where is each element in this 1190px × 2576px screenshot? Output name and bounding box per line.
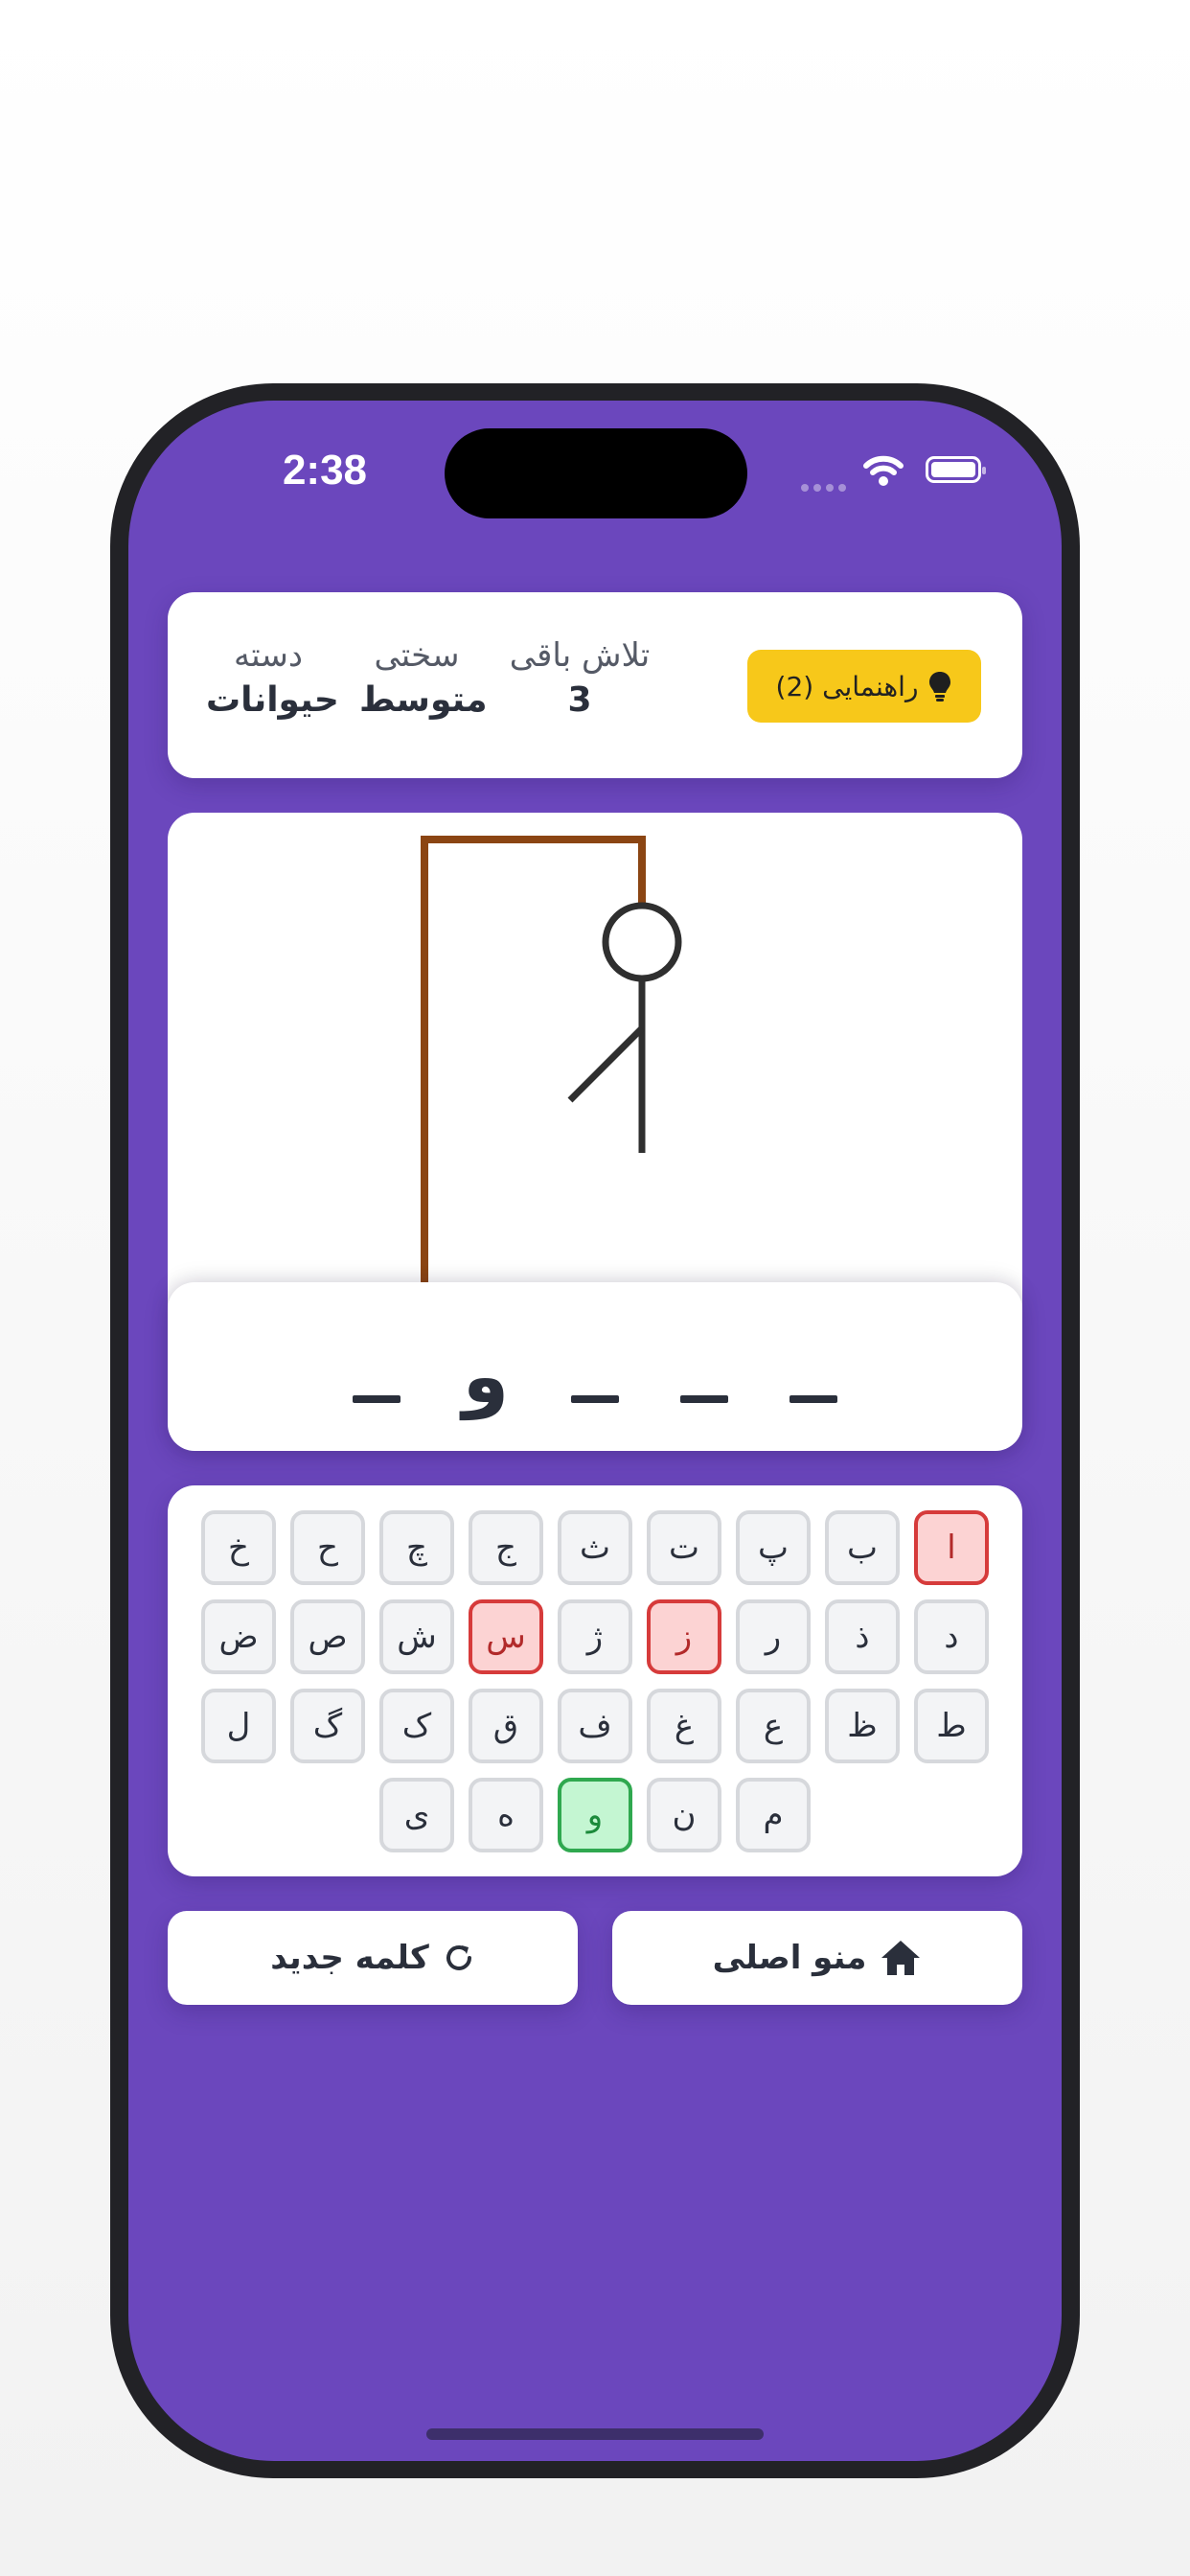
letter-key[interactable]: ل bbox=[201, 1689, 276, 1763]
letter-key[interactable]: ی bbox=[379, 1778, 454, 1852]
letter-key[interactable]: ج bbox=[469, 1510, 543, 1585]
new-word-button[interactable]: کلمه جدید bbox=[168, 1911, 578, 2005]
hangman-left-arm bbox=[567, 1025, 645, 1103]
keyboard-row: منوهی bbox=[168, 1778, 1022, 1852]
letter-key[interactable]: د bbox=[914, 1599, 989, 1674]
difficulty-stat: سختی متوسط bbox=[359, 636, 488, 720]
word-slots: و bbox=[168, 1282, 1022, 1451]
letter-key[interactable]: گ bbox=[290, 1689, 365, 1763]
dynamic-island bbox=[445, 428, 747, 518]
blank-slot-underline bbox=[790, 1395, 837, 1403]
letter-key[interactable]: ث bbox=[558, 1510, 632, 1585]
battery-icon bbox=[926, 456, 986, 483]
letter-key[interactable]: ط bbox=[914, 1689, 989, 1763]
letter-key[interactable]: و bbox=[558, 1778, 632, 1852]
letter-keyboard: ابپتثجچحخ دذرزژسشصض طظعغفقکگل منوهی bbox=[168, 1485, 1022, 1876]
main-menu-button[interactable]: منو اصلی bbox=[612, 1911, 1022, 2005]
letter-key[interactable]: غ bbox=[647, 1689, 721, 1763]
letter-key[interactable]: ص bbox=[290, 1599, 365, 1674]
letter-key[interactable]: ظ bbox=[825, 1689, 900, 1763]
letter-slot bbox=[560, 1395, 630, 1414]
letter-key[interactable]: ر bbox=[736, 1599, 811, 1674]
hangman-drawing bbox=[421, 836, 682, 1311]
letter-key[interactable]: ت bbox=[647, 1510, 721, 1585]
blank-slot-underline bbox=[571, 1395, 619, 1403]
keyboard-row: طظعغفقکگل bbox=[168, 1689, 1022, 1763]
letter-key[interactable]: ژ bbox=[558, 1599, 632, 1674]
lightbulb-icon bbox=[929, 672, 951, 702]
letter-key[interactable]: ع bbox=[736, 1689, 811, 1763]
letter-key[interactable]: ح bbox=[290, 1510, 365, 1585]
status-time: 2:38 bbox=[282, 447, 368, 494]
letter-key[interactable]: ک bbox=[379, 1689, 454, 1763]
letter-key[interactable]: ض bbox=[201, 1599, 276, 1674]
letter-key[interactable]: ش bbox=[379, 1599, 454, 1674]
attempts-value: 3 bbox=[567, 680, 592, 720]
letter-key[interactable]: ن bbox=[647, 1778, 721, 1852]
wifi-icon bbox=[863, 455, 904, 486]
hangman-drawing-card bbox=[168, 813, 1022, 1311]
letter-key[interactable]: س bbox=[469, 1599, 543, 1674]
hint-button-label: راهنمایی (2) bbox=[775, 670, 919, 702]
letter-key[interactable]: پ bbox=[736, 1510, 811, 1585]
letter-slot bbox=[778, 1395, 849, 1414]
keyboard-row: ابپتثجچحخ bbox=[168, 1510, 1022, 1585]
blank-slot-underline bbox=[680, 1395, 728, 1403]
main-menu-label: منو اصلی bbox=[712, 1939, 867, 1977]
signal-icon bbox=[801, 477, 851, 495]
game-info-card: دسته حیوانات سختی متوسط تلاش باقی 3 راهن… bbox=[168, 592, 1022, 778]
letter-key[interactable]: چ bbox=[379, 1510, 454, 1585]
letter-key[interactable]: ز bbox=[647, 1599, 721, 1674]
category-stat: دسته حیوانات bbox=[206, 636, 339, 720]
letter-key[interactable]: ف bbox=[558, 1689, 632, 1763]
letter-key[interactable]: م bbox=[736, 1778, 811, 1852]
letter-key[interactable]: ب bbox=[825, 1510, 900, 1585]
letter-key[interactable]: ق bbox=[469, 1689, 543, 1763]
category-value: حیوانات bbox=[206, 680, 339, 720]
word-display: و bbox=[168, 1282, 1022, 1451]
hint-button[interactable]: راهنمایی (2) bbox=[747, 650, 981, 723]
difficulty-label: سختی bbox=[374, 636, 460, 675]
blank-slot-underline bbox=[353, 1395, 400, 1403]
keyboard-row: دذرزژسشصض bbox=[168, 1599, 1022, 1674]
letter-slot bbox=[669, 1395, 740, 1414]
attempts-stat: تلاش باقی 3 bbox=[508, 636, 652, 720]
home-indicator bbox=[426, 2428, 764, 2440]
letter-key[interactable]: ه bbox=[469, 1778, 543, 1852]
letter-slot bbox=[341, 1395, 412, 1414]
home-icon bbox=[881, 1941, 921, 1975]
attempts-label: تلاش باقی bbox=[509, 636, 651, 675]
hangman-head bbox=[602, 902, 682, 982]
category-label: دسته bbox=[233, 636, 304, 675]
new-word-label: کلمه جدید bbox=[270, 1939, 429, 1977]
letter-key[interactable]: ذ bbox=[825, 1599, 900, 1674]
difficulty-value: متوسط bbox=[359, 680, 488, 720]
letter-key[interactable]: خ bbox=[201, 1510, 276, 1585]
letter-slot: و bbox=[462, 1334, 510, 1420]
refresh-icon bbox=[446, 1945, 471, 1970]
letter-key[interactable]: ا bbox=[914, 1510, 989, 1585]
screen: 2:38 دسته حیوانات سختی متوسط تلاش باقی 3… bbox=[128, 401, 1062, 2461]
